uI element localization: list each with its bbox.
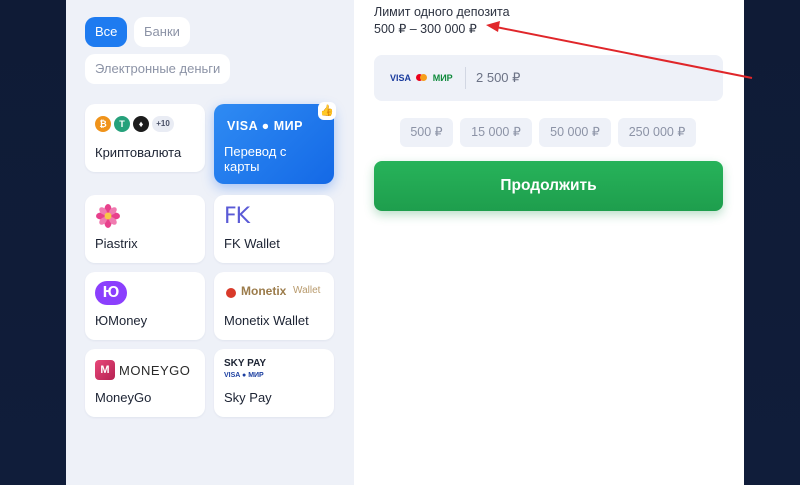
- deposit-limit-label: Лимит одного депозита: [374, 5, 510, 19]
- method-label: Monetix Wallet: [224, 313, 309, 328]
- monetix-logo-subtext: Wallet: [293, 285, 321, 296]
- card-brands-icon: VISA МИР: [390, 55, 453, 101]
- ethereum-icon: ♦: [133, 116, 149, 132]
- method-crypto[interactable]: ₿ T ♦ +10 Криптовалюта: [85, 104, 205, 172]
- thumbs-up-icon: 👍: [318, 102, 336, 120]
- method-label: Перевод с карты: [224, 144, 287, 174]
- yoomoney-logo-icon: Ю: [95, 281, 127, 305]
- deposit-modal: Все Банки Электронные деньги ₿ T ♦ +10 К…: [66, 0, 744, 485]
- method-label: Sky Pay: [224, 390, 272, 405]
- skypay-cards-icon: VISA ● МИР: [224, 372, 264, 379]
- deposit-limit-range: 500 ₽ – 300 000 ₽: [374, 22, 477, 36]
- monetix-logo-icon: [226, 288, 236, 298]
- amount-divider: [465, 67, 466, 89]
- bitcoin-icon: ₿: [95, 116, 111, 132]
- method-label: ЮMoney: [95, 313, 148, 328]
- method-moneygo[interactable]: M MONEYGO MoneyGo: [85, 349, 205, 417]
- moneygo-logo-text: MONEYGO: [119, 363, 191, 378]
- method-fk-wallet[interactable]: FK FK Wallet: [214, 195, 334, 263]
- preset-amount-15000[interactable]: 15 000 ₽: [460, 118, 532, 147]
- method-monetix-wallet[interactable]: Monetix Wallet Monetix Wallet: [214, 272, 334, 340]
- skypay-logo-icon: SKY PAY: [224, 358, 267, 369]
- filter-banks[interactable]: Банки: [134, 17, 190, 47]
- method-yoomoney[interactable]: Ю ЮMoney: [85, 272, 205, 340]
- method-piastrix[interactable]: Piastrix: [85, 195, 205, 263]
- deposit-form-panel: Лимит одного депозита 500 ₽ – 300 000 ₽ …: [354, 0, 744, 485]
- mir-logo-icon: МИР: [432, 73, 453, 83]
- preset-amount-50000[interactable]: 50 000 ₽: [539, 118, 611, 147]
- more-coins-badge: +10: [152, 116, 174, 132]
- method-label: Piastrix: [95, 236, 138, 251]
- payment-methods-panel: Все Банки Электронные деньги ₿ T ♦ +10 К…: [66, 0, 354, 485]
- visa-logo-icon: VISA: [390, 73, 411, 83]
- visa-mir-logo-icon: VISA ● МИР: [227, 119, 303, 133]
- amount-field[interactable]: VISA МИР: [374, 55, 723, 101]
- method-label: Криптовалюта: [95, 145, 182, 160]
- method-card-transfer[interactable]: VISA ● МИР 👍 Перевод с карты: [214, 102, 336, 184]
- method-label: MoneyGo: [95, 390, 152, 405]
- continue-button[interactable]: Продолжить: [374, 161, 723, 211]
- filter-e-money[interactable]: Электронные деньги: [85, 54, 231, 84]
- monetix-logo-text: Monetix: [241, 284, 287, 298]
- fk-logo-icon: FK: [224, 204, 250, 229]
- tether-icon: T: [114, 116, 130, 132]
- amount-input[interactable]: [476, 55, 676, 101]
- method-sky-pay[interactable]: SKY PAY VISA ● МИР Sky Pay: [214, 349, 334, 417]
- method-label: FK Wallet: [224, 236, 280, 251]
- filter-all[interactable]: Все: [85, 17, 128, 47]
- preset-amount-500[interactable]: 500 ₽: [400, 118, 453, 147]
- piastrix-flower-icon: [96, 204, 120, 228]
- preset-amount-250000[interactable]: 250 000 ₽: [618, 118, 696, 147]
- moneygo-logo-icon: M: [95, 360, 115, 380]
